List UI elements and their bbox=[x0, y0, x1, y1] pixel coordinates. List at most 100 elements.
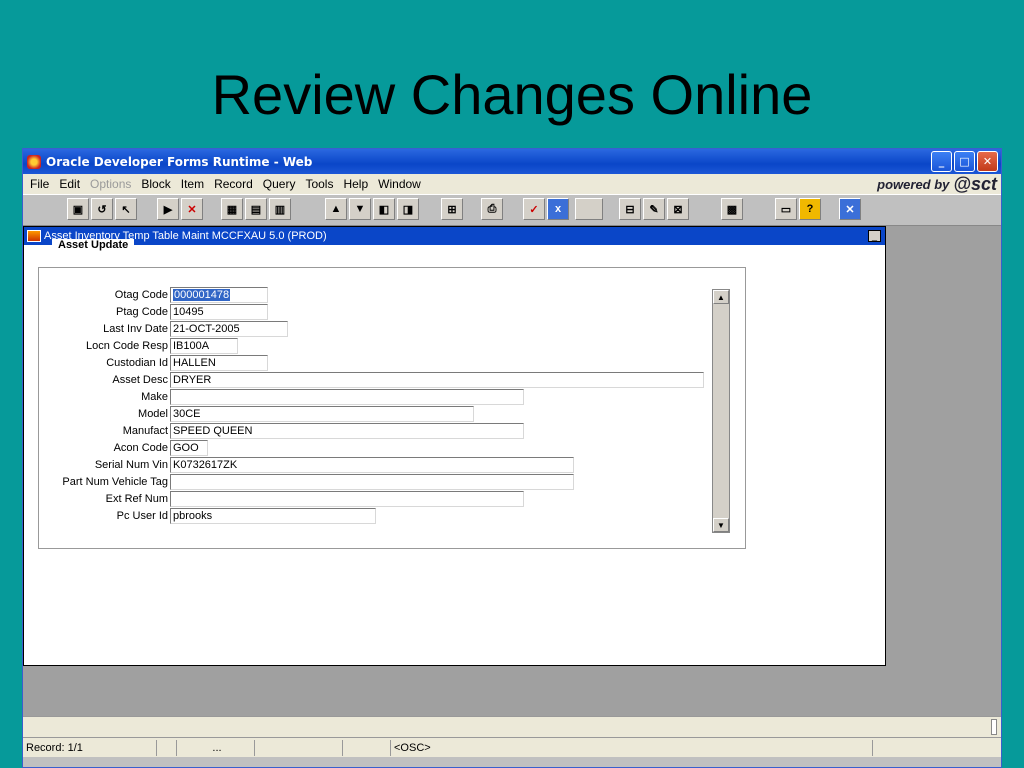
field-label: Custodian Id bbox=[106, 357, 168, 369]
clear-item-icon[interactable]: ⊠ bbox=[667, 198, 689, 220]
field-last-inv-date: Last Inv Date bbox=[24, 321, 168, 337]
field-ptag-code: Ptag Code bbox=[24, 304, 168, 320]
field-label: Locn Code Resp bbox=[86, 340, 168, 352]
window-title: Oracle Developer Forms Runtime - Web bbox=[46, 154, 313, 169]
field-label: Ext Ref Num bbox=[105, 493, 168, 505]
otag-code-input[interactable]: 000001478 bbox=[170, 287, 268, 303]
field-acon-code: Acon Code bbox=[24, 440, 168, 456]
field-label: Ptag Code bbox=[116, 306, 168, 318]
field-label: Manufact bbox=[122, 425, 168, 437]
status-cell-empty bbox=[255, 740, 343, 756]
scroll-up-icon[interactable]: ▲ bbox=[713, 290, 729, 304]
last-inv-date-input[interactable]: 21-OCT-2005 bbox=[170, 321, 288, 337]
field-label: Pc User Id bbox=[116, 510, 168, 522]
field-serial-num-vin: Serial Num Vin bbox=[24, 457, 168, 473]
status-ellipsis: ... bbox=[177, 740, 255, 756]
form-titlebar[interactable]: Asset Inventory Temp Table Maint MCCFXAU… bbox=[24, 227, 885, 245]
record-scrollbar[interactable]: ▲ ▼ bbox=[712, 289, 730, 533]
form-minimize-button[interactable]: _ bbox=[868, 230, 881, 242]
exit-arrow-icon[interactable]: ↖ bbox=[115, 198, 137, 220]
status-cell-empty bbox=[157, 740, 177, 756]
scroll-down-icon[interactable]: ▼ bbox=[713, 518, 729, 532]
background-window bbox=[23, 757, 1001, 767]
field-locn-code-resp: Locn Code Resp bbox=[24, 338, 168, 354]
part-num-vehicle-tag-input[interactable] bbox=[170, 474, 574, 490]
ext-ref-num-input[interactable] bbox=[170, 491, 524, 507]
field-label: Otag Code bbox=[114, 289, 168, 301]
ptag-code-input[interactable]: 10495 bbox=[170, 304, 268, 320]
menu-block[interactable]: Block bbox=[141, 177, 170, 191]
acon-code-input[interactable]: GOO bbox=[170, 440, 208, 456]
chart-icon[interactable]: ✓ bbox=[523, 198, 545, 220]
horizontal-scrollbar[interactable] bbox=[23, 716, 1001, 737]
blank-toolbar-icon[interactable] bbox=[575, 198, 603, 220]
menu-tools[interactable]: Tools bbox=[305, 177, 333, 191]
serial-num-vin-input[interactable]: K0732617ZK bbox=[170, 457, 574, 473]
pc-user-id-input[interactable]: pbrooks bbox=[170, 508, 376, 524]
field-pc-user-id: Pc User Id bbox=[24, 508, 168, 524]
menu-record[interactable]: Record bbox=[214, 177, 253, 191]
execute-query-icon[interactable]: ▤ bbox=[245, 198, 267, 220]
asset-desc-input[interactable]: DRYER bbox=[170, 372, 704, 388]
menu-window[interactable]: Window bbox=[378, 177, 421, 191]
maximize-button[interactable]: □ bbox=[954, 151, 975, 172]
previous-block-icon[interactable]: ▲ bbox=[325, 198, 347, 220]
form-window-icon bbox=[27, 230, 41, 242]
menu-item[interactable]: Item bbox=[181, 177, 204, 191]
oracle-app-icon bbox=[27, 154, 41, 169]
save-icon[interactable]: ▣ bbox=[67, 198, 89, 220]
menu-bar: File Edit Options Block Item Record Quer… bbox=[23, 174, 1001, 195]
calendar-icon[interactable]: ▩ bbox=[721, 198, 743, 220]
online-help-icon[interactable]: ▭ bbox=[775, 198, 797, 220]
extract-icon[interactable]: x bbox=[547, 198, 569, 220]
field-asset-desc: Asset Desc bbox=[24, 372, 168, 388]
menu-help[interactable]: Help bbox=[343, 177, 368, 191]
help-question-icon[interactable]: ? bbox=[799, 198, 821, 220]
count-query-icon[interactable]: ▥ bbox=[269, 198, 291, 220]
scrollbar-thumb[interactable] bbox=[991, 719, 997, 735]
menu-file[interactable]: File bbox=[30, 177, 49, 191]
model-input[interactable]: 30CE bbox=[170, 406, 474, 422]
window-titlebar[interactable]: Oracle Developer Forms Runtime - Web _ □… bbox=[23, 149, 1001, 174]
field-label: Serial Num Vin bbox=[94, 459, 168, 471]
query-icon[interactable]: ▦ bbox=[221, 198, 243, 220]
manufact-input[interactable]: SPEED QUEEN bbox=[170, 423, 524, 439]
field-label: Part Num Vehicle Tag bbox=[62, 476, 168, 488]
field-label: Last Inv Date bbox=[103, 323, 168, 335]
group-label: Asset Update bbox=[52, 239, 135, 251]
next-block-icon[interactable]: ▼ bbox=[349, 198, 371, 220]
insert-record-icon[interactable]: ⊞ bbox=[441, 198, 463, 220]
menu-edit[interactable]: Edit bbox=[59, 177, 80, 191]
first-record-icon[interactable]: ▶ bbox=[157, 198, 179, 220]
slide-title: Review Changes Online bbox=[211, 63, 813, 126]
rollback-icon[interactable]: ↺ bbox=[91, 198, 113, 220]
field-make: Make bbox=[24, 389, 168, 405]
edit-item-icon[interactable]: ✎ bbox=[643, 198, 665, 220]
dup-item-icon[interactable]: ⊟ bbox=[619, 198, 641, 220]
field-model: Model bbox=[24, 406, 168, 422]
exit-form-icon[interactable]: ✕ bbox=[839, 198, 861, 220]
window-controls: _ □ ✕ bbox=[931, 151, 998, 172]
powered-by-text: powered by bbox=[877, 176, 950, 192]
print-icon[interactable]: ⎙ bbox=[481, 198, 503, 220]
forms-runtime-window: Oracle Developer Forms Runtime - Web _ □… bbox=[22, 148, 1002, 768]
make-input[interactable] bbox=[170, 389, 524, 405]
custodian-id-input[interactable]: HALLEN bbox=[170, 355, 268, 371]
field-part-num-vehicle-tag: Part Num Vehicle Tag bbox=[24, 474, 168, 490]
status-mode: <OSC> bbox=[391, 740, 873, 756]
status-cell-empty bbox=[343, 740, 391, 756]
previous-record-icon[interactable]: ◧ bbox=[373, 198, 395, 220]
cancel-query-icon[interactable]: ✕ bbox=[181, 198, 203, 220]
next-record-icon[interactable]: ◨ bbox=[397, 198, 419, 220]
menu-query[interactable]: Query bbox=[263, 177, 296, 191]
asset-inventory-form: Asset Inventory Temp Table Maint MCCFXAU… bbox=[23, 226, 886, 666]
locn-code-resp-input[interactable]: IB100A bbox=[170, 338, 238, 354]
field-custodian-id: Custodian Id bbox=[24, 355, 168, 371]
close-button[interactable]: ✕ bbox=[977, 151, 998, 172]
sct-logo: @sct bbox=[953, 173, 997, 194]
menu-options[interactable]: Options bbox=[90, 177, 131, 191]
field-ext-ref-num: Ext Ref Num bbox=[24, 491, 168, 507]
field-label: Asset Desc bbox=[112, 374, 168, 386]
powered-by-branding: powered by @sct bbox=[877, 174, 997, 194]
minimize-button[interactable]: _ bbox=[931, 151, 952, 172]
